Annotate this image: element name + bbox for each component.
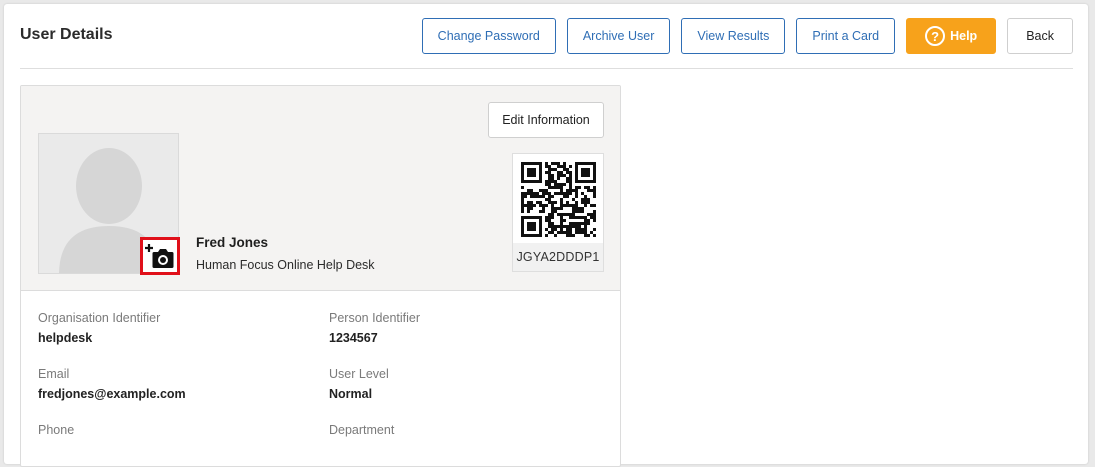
- qr-code-text: JGYA2DDDP1: [513, 243, 603, 271]
- print-card-button[interactable]: Print a Card: [796, 18, 896, 54]
- change-password-button[interactable]: Change Password: [421, 18, 556, 54]
- archive-user-button[interactable]: Archive User: [566, 18, 671, 54]
- email-value: fredjones@example.com: [38, 387, 186, 401]
- department-label: Department: [329, 423, 395, 437]
- user-details-panel: User Details Change Password Archive Use…: [4, 4, 1088, 467]
- add-photo-camera-icon: [145, 244, 174, 268]
- edit-information-button[interactable]: Edit Information: [488, 102, 604, 138]
- user-name: Fred Jones: [196, 235, 269, 250]
- back-button[interactable]: Back: [1007, 18, 1073, 54]
- page-title: User Details: [20, 26, 113, 43]
- user-card-header: Edit Information Fred Jones Human Focus …: [21, 86, 620, 291]
- qr-code-icon: [521, 162, 596, 237]
- add-photo-button[interactable]: [140, 237, 180, 275]
- help-button[interactable]: ? Help: [906, 18, 997, 54]
- user-card: Edit Information Fred Jones Human Focus …: [20, 85, 621, 467]
- header-divider: [20, 68, 1073, 69]
- user-level-value: Normal: [329, 387, 373, 401]
- toolbar: Change Password Archive User View Result…: [421, 18, 1073, 54]
- help-button-label: Help: [950, 29, 978, 43]
- user-organisation: Human Focus Online Help Desk: [196, 258, 375, 272]
- person-identifier-value: 1234567: [329, 331, 378, 345]
- email-label: Email: [38, 367, 70, 381]
- qr-code-box: JGYA2DDDP1: [512, 153, 604, 272]
- organisation-identifier-label: Organisation Identifier: [38, 311, 161, 325]
- phone-label: Phone: [38, 423, 75, 437]
- organisation-identifier-value: helpdesk: [38, 331, 93, 345]
- view-results-button[interactable]: View Results: [681, 18, 786, 54]
- person-identifier-label: Person Identifier: [329, 311, 421, 325]
- user-level-label: User Level: [329, 367, 389, 381]
- question-circle-icon: ?: [925, 26, 946, 46]
